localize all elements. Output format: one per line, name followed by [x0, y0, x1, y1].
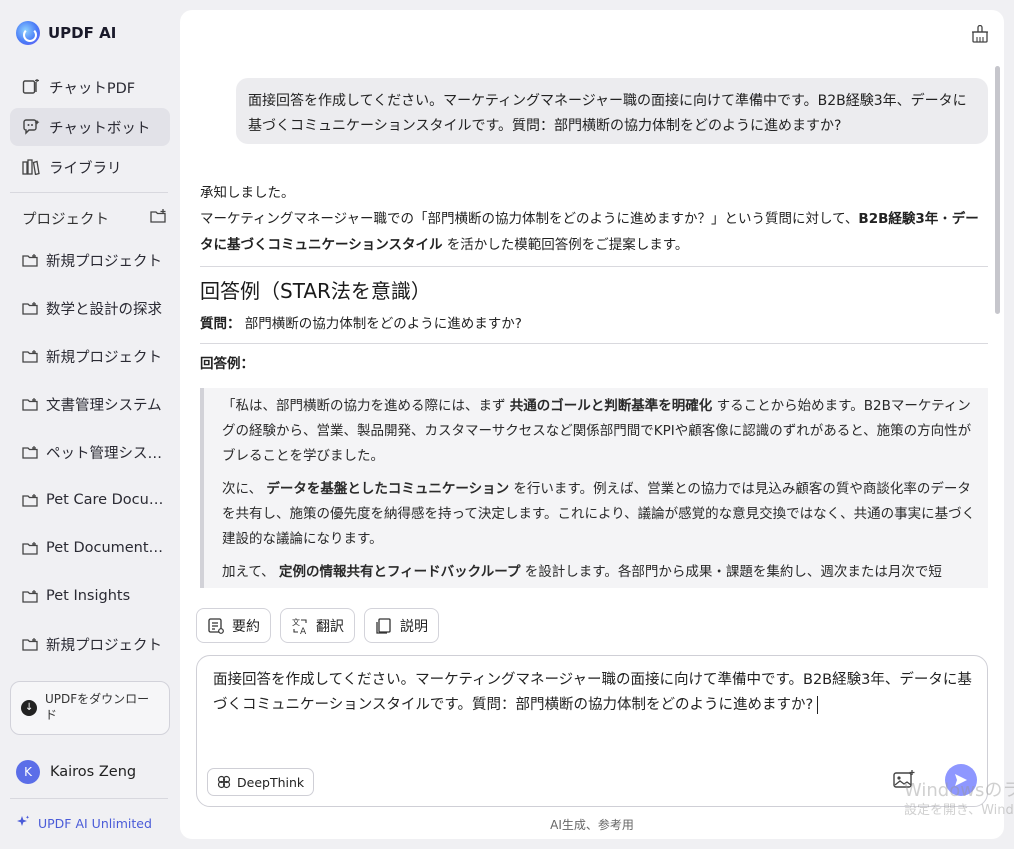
avatar: K — [16, 760, 40, 784]
folder-icon — [22, 445, 38, 459]
explain-button[interactable]: 説明 — [364, 608, 439, 643]
folder-icon — [22, 541, 38, 555]
send-icon — [955, 774, 967, 786]
summarize-icon — [208, 617, 224, 634]
chatbot-icon — [22, 119, 40, 135]
projects-title: プロジェクト — [22, 212, 109, 228]
image-upload-icon[interactable] — [893, 770, 915, 790]
user-name: Kairos Zeng — [50, 764, 137, 780]
translate-button[interactable]: 文A 翻訳 — [280, 608, 355, 643]
folder-icon — [22, 493, 38, 507]
nav-label: チャットボット — [49, 120, 151, 137]
chat-scrollbar[interactable] — [995, 66, 1000, 314]
sparkle-icon — [16, 815, 30, 832]
project-item[interactable]: 文書管理システム — [22, 392, 170, 416]
divider — [200, 343, 988, 344]
quote-paragraph: 加えて、 定例の情報共有とフィードバックループ を設計します。各部門から成果・課… — [222, 564, 942, 580]
folder-icon — [22, 301, 38, 315]
message-composer[interactable]: 面接回答を作成してください。マーケティングマネージャー職の面接に向けて準備中です… — [196, 655, 988, 807]
project-item[interactable]: 新規プロジェクト — [22, 632, 170, 656]
project-label: ペット管理シス… — [46, 445, 162, 462]
svg-text:A: A — [300, 627, 307, 635]
question-line: 質問： 部門横断の協力体制をどのように進めますか? — [200, 316, 522, 332]
ai-disclaimer: AI生成、参考用 — [550, 818, 634, 832]
answer-blockquote: 「私は、部門横断の協力を進める際には、まず 共通のゴールと判断基準を明確化 する… — [200, 388, 988, 588]
folder-icon — [22, 253, 38, 267]
project-item[interactable]: ペット管理シス… — [22, 440, 170, 464]
app-logo[interactable]: UPDF AI — [16, 21, 116, 45]
project-label: Pet Insights — [46, 588, 131, 604]
project-label: Pet Care Docu… — [46, 492, 164, 508]
answer-heading: 回答例（STAR法を意識） — [200, 279, 431, 303]
ai-answer: 承知しました。 マーケティングマネージャー職での「部門横断の協力体制をどのように… — [200, 180, 988, 377]
deepthink-icon — [217, 775, 231, 789]
send-button[interactable] — [945, 764, 977, 796]
action-label: 要約 — [232, 618, 260, 635]
plan-link[interactable]: UPDF AI Unlimited — [16, 815, 152, 832]
chat-pdf-icon — [22, 79, 40, 95]
sidebar: UPDF AI チャットPDF チャットボット ライブラリ プロジェクト 新規プ… — [0, 0, 180, 849]
project-item[interactable]: 数学と設計の探求 — [22, 296, 170, 320]
user-message-bubble: 面接回答を作成してください。マーケティングマネージャー職の面接に向けて準備中です… — [236, 78, 988, 144]
project-item[interactable]: 新規プロジェクト — [22, 344, 170, 368]
project-label: 数学と設計の探求 — [46, 301, 162, 318]
summarize-button[interactable]: 要約 — [196, 608, 271, 643]
download-label: UPDFをダウンロード — [45, 692, 150, 722]
project-item[interactable]: Pet Care Docu… — [22, 488, 170, 512]
action-label: 説明 — [400, 618, 428, 635]
folder-icon — [22, 637, 38, 651]
deepthink-label: DeepThink — [237, 774, 305, 790]
project-item[interactable]: Pet Document… — [22, 536, 170, 560]
project-item[interactable]: 新規プロジェクト — [22, 248, 170, 272]
download-updf-button[interactable]: UPDFをダウンロード — [10, 681, 170, 735]
updf-logo-icon — [16, 21, 40, 45]
explain-icon — [376, 617, 391, 634]
sidebar-divider — [10, 798, 168, 799]
nav-label: ライブラリ — [49, 160, 122, 177]
svg-text:文: 文 — [292, 617, 300, 627]
broom-icon — [972, 25, 988, 43]
nav-chat-pdf[interactable]: チャットPDF — [10, 68, 170, 106]
user-profile[interactable]: K Kairos Zeng — [16, 760, 136, 784]
translate-icon: 文A — [292, 617, 307, 635]
project-label: 新規プロジェクト — [46, 637, 162, 654]
new-folder-icon[interactable] — [150, 209, 168, 228]
action-label: 翻訳 — [316, 618, 344, 635]
sidebar-divider — [10, 192, 168, 193]
nav-label: チャットPDF — [49, 80, 136, 97]
project-label: 新規プロジェクト — [46, 253, 162, 270]
project-label: Pet Document… — [46, 540, 164, 556]
project-label: 文書管理システム — [46, 397, 162, 414]
chat-panel: 面接回答を作成してください。マーケティングマネージャー職の面接に向けて準備中です… — [180, 10, 1004, 839]
message-input[interactable]: 面接回答を作成してください。マーケティングマネージャー職の面接に向けて準備中です… — [213, 668, 973, 718]
app-name: UPDF AI — [48, 24, 117, 42]
folder-icon — [22, 397, 38, 411]
quote-paragraph: 次に、 データを基盤としたコミュニケーション を行います。例えば、営業との協力で… — [222, 481, 976, 547]
plan-label: UPDF AI Unlimited — [38, 816, 152, 831]
library-icon — [22, 159, 40, 175]
download-icon — [21, 700, 37, 716]
answer-intro: 承知しました。 — [200, 185, 295, 201]
quote-paragraph: 「私は、部門横断の協力を進める際には、まず 共通のゴールと判断基準を明確化 する… — [222, 398, 972, 464]
divider — [200, 266, 988, 267]
folder-icon — [22, 349, 38, 363]
nav-library[interactable]: ライブラリ — [10, 148, 170, 186]
nav-chatbot[interactable]: チャットボット — [10, 108, 170, 146]
answer-example-label: 回答例： — [200, 356, 254, 372]
text-caret — [817, 696, 819, 714]
answer-line: マーケティングマネージャー職での「部門横断の協力体制をどのように進めますか？」と… — [200, 211, 979, 253]
deepthink-toggle[interactable]: DeepThink — [207, 768, 315, 796]
clear-chat-button[interactable] — [968, 22, 992, 46]
project-item[interactable]: Pet Insights — [22, 584, 170, 608]
project-label: 新規プロジェクト — [46, 349, 162, 366]
projects-header: プロジェクト — [22, 208, 168, 229]
folder-icon — [22, 589, 38, 603]
